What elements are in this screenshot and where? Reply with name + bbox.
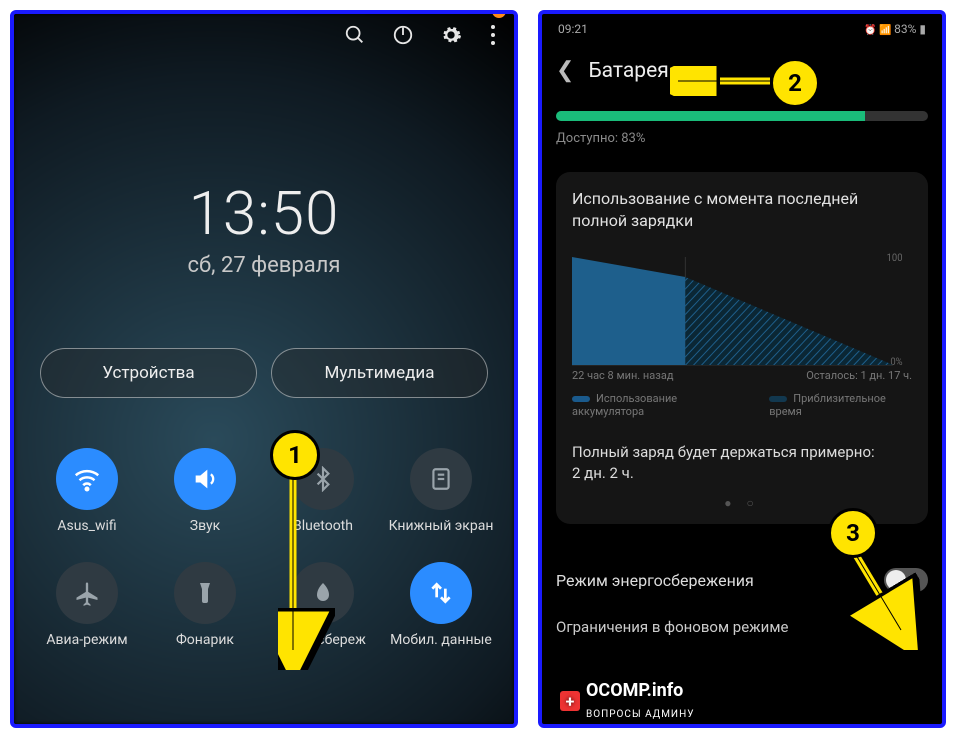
full-charge-estimate: Полный заряд будет держаться примерно: 2… (572, 442, 912, 484)
gear-icon[interactable] (438, 22, 464, 48)
qs-tile-reader[interactable]: Книжный экран (386, 448, 496, 534)
status-bar: 09:21 ⏰ 📶 83% ▮ (556, 14, 928, 36)
usage-card[interactable]: Использование с момента последней полной… (556, 172, 928, 524)
watermark: + OCOMP.info ВОПРОСЫ АДМИНУ (560, 680, 695, 722)
watermark-sub: ВОПРОСЫ АДМИНУ (586, 709, 695, 720)
card-heading: Использование с момента последней полной… (572, 188, 912, 231)
watermark-brand: OCOMP.info (586, 680, 683, 701)
qs-tile-grid: Asus_wifi Звук Bluetooth Книжный экран А… (32, 448, 496, 648)
data-icon (410, 562, 472, 624)
search-icon[interactable] (342, 22, 368, 48)
qs-tile-label: Фонарик (176, 632, 234, 648)
media-chip[interactable]: Мультимедиа (271, 348, 488, 398)
notification-dot-icon (492, 10, 506, 18)
battery-bar (556, 111, 928, 121)
qs-tile-label: Asus_wifi (57, 518, 116, 534)
chart-legend: Использование аккумулятора Приблизительн… (572, 392, 912, 418)
qs-tile-airplane[interactable]: Авиа-режим (32, 562, 142, 648)
qs-tile-label: Звук (190, 518, 220, 534)
legend-estimate: Приблизительное время (769, 392, 886, 418)
power-icon[interactable] (390, 22, 416, 48)
chart-right-label: Осталось: 1 дн. 17 ч. (806, 369, 912, 382)
sound-icon (174, 448, 236, 510)
qs-top-icons (14, 14, 514, 48)
clock-time: 13:50 (14, 178, 514, 249)
airplane-icon (56, 562, 118, 624)
battery-bar-fill (556, 111, 865, 121)
phone-quicksettings: 13:50 сб, 27 февраля Устройства Мультиме… (10, 10, 518, 728)
qs-tile-flashlight[interactable]: Фонарик (150, 562, 260, 648)
status-time: 09:21 (558, 22, 588, 36)
available-text: Доступно: 83% (556, 131, 928, 146)
annotation-arrow-2 (670, 66, 780, 96)
clock-date: сб, 27 февраля (14, 253, 514, 278)
annotation-arrow-1 (278, 470, 338, 670)
page-title: Батарея (588, 59, 668, 83)
status-battery: ⏰ 📶 83% ▮ (864, 22, 926, 36)
annotation-badge-3: 3 (828, 508, 878, 558)
row-label: Режим энергосбережения (556, 571, 754, 590)
flashlight-icon (174, 562, 236, 624)
qs-tile-label: Книжный экран (389, 518, 494, 534)
annotation-badge-2: 2 (770, 58, 820, 108)
book-icon (410, 448, 472, 510)
wifi-icon (56, 448, 118, 510)
chart-left-label: 22 час 8 мин. назад (572, 369, 673, 382)
qs-tile-wifi[interactable]: Asus_wifi (32, 448, 142, 534)
clock-block: 13:50 сб, 27 февраля (14, 178, 514, 278)
devices-chip[interactable]: Устройства (40, 348, 257, 398)
page-indicator: ● ○ (572, 496, 912, 510)
usage-chart: 100 0% (572, 247, 912, 367)
svg-text:100: 100 (887, 253, 903, 264)
qs-tile-data[interactable]: Мобил. данные (386, 562, 496, 648)
qs-tile-label: Авиа-режим (46, 632, 127, 648)
annotation-arrow-3 (846, 550, 926, 650)
chart-x-labels: 22 час 8 мин. назад Осталось: 1 дн. 17 ч… (572, 369, 912, 382)
qs-chip-row: Устройства Мультимедиа (40, 348, 488, 398)
qs-tile-label: Мобил. данные (390, 632, 492, 648)
more-icon[interactable] (486, 22, 500, 48)
annotation-badge-1: 1 (270, 430, 320, 480)
qs-tile-sound[interactable]: Звук (150, 448, 260, 534)
plus-icon: + (560, 691, 580, 711)
back-icon[interactable]: ❮ (556, 58, 574, 83)
